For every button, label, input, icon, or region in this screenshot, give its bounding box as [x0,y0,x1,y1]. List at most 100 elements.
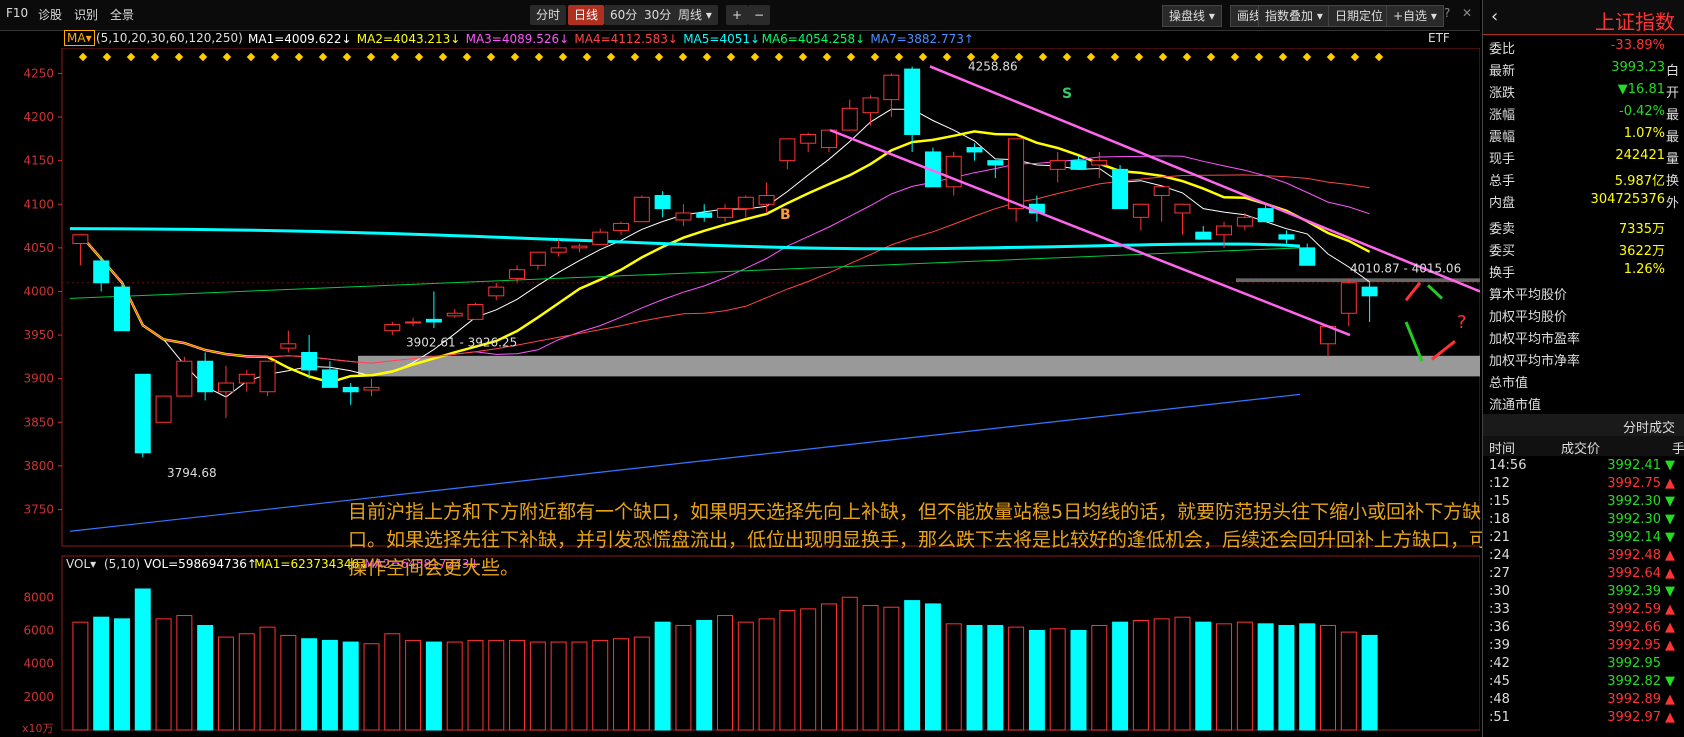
volume-bar [1153,618,1170,731]
quote-row-extra: 最 [1665,108,1679,123]
trade-time: :33 [1489,602,1510,617]
candle-body [280,343,297,349]
stat-link[interactable]: 加权平均市盈率 [1489,328,1679,348]
volume-bar [1112,621,1129,731]
quote-row-label: 委比 [1489,42,1516,57]
candle-body [613,222,630,231]
volume-bar [841,596,858,731]
trade-direction-icon: ▲ [1665,602,1675,617]
volume-bar [987,624,1004,731]
candle-body [1174,203,1191,214]
candle-body [197,360,214,393]
tab-weekly[interactable]: 周线 ▾ [672,5,718,25]
panorama-button[interactable]: 全景 [110,6,134,23]
help-icon[interactable]: ? [1444,6,1450,20]
volume-bar [93,616,110,731]
stat-link[interactable]: 流通市值 [1489,394,1679,414]
ma-value-6: MA6=4054.258↓ [761,32,866,46]
tab-daily[interactable]: 日线 [568,5,605,25]
quote-row-extra: 量 [1665,152,1679,167]
date-locate-button[interactable]: 日期定位 [1328,5,1391,27]
candle-body [592,231,609,245]
y-tick-label: 3800 [23,459,54,473]
zoom-in-button[interactable]: + [726,5,749,25]
add-watchlist-dropdown[interactable]: +自选 ▾ [1386,5,1444,27]
candle-body [966,147,983,153]
candle-body [758,195,775,205]
candle-body [384,324,401,332]
vol-tick-label: 4000 [23,657,54,671]
trade-price: 3992.95 [1607,638,1661,653]
back-arrow-icon[interactable]: ‹ [1491,6,1498,27]
etf-label[interactable]: ETF [1428,31,1450,45]
candle-body [217,382,234,393]
candle-body [509,269,526,279]
candle-body [1236,216,1253,227]
trades-title-bar: 分时成交 [1483,414,1684,436]
volume-bar [654,621,671,731]
ma-selector[interactable]: MA▾ [64,30,95,46]
f10-button[interactable]: F10 [6,6,28,20]
trade-price: 3992.59 [1607,602,1661,617]
volume-bar [904,600,921,731]
volume-bar [633,636,650,731]
candle-body [571,245,588,249]
candle-body [1299,247,1316,266]
candle-body [1340,282,1357,314]
volume-bar [571,641,588,731]
kline-chart[interactable]: 4250 4200 4150 4100 4050 4000 3950 3900 3850 3800… [0,48,1480,737]
trade-row: :27 3992.64 ▲ [1489,566,1684,584]
quote-row-value: -0.42% [1619,104,1665,119]
stat-link[interactable]: 总市值 [1489,372,1679,392]
candle-body [696,212,713,218]
stat-link[interactable]: 算术平均股价 [1489,284,1679,304]
quote-row-value: 1.07% [1623,126,1665,141]
trade-row: :36 3992.66 ▲ [1489,620,1684,638]
quote-row-label: 涨幅 [1489,108,1516,123]
identify-button[interactable]: 识别 [74,6,98,23]
gap-upper-label: 4010.87 - 4015.06 [1350,261,1461,275]
volume-bar [488,639,505,731]
volume-bar [529,641,546,731]
diagnose-button[interactable]: 诊股 [38,6,62,23]
volume-bar [924,603,941,731]
trade-time: :21 [1489,530,1510,545]
tab-timeshare[interactable]: 分时 [530,5,567,25]
trade-time: :30 [1489,584,1510,599]
zoom-out-button[interactable]: − [748,5,771,25]
stat-link[interactable]: 加权平均市净率 [1489,350,1679,370]
index-overlay-dropdown[interactable]: 指数叠加 ▾ [1258,5,1330,27]
candle-body [550,247,567,253]
trade-direction-icon: ▼ [1665,494,1675,509]
stat-link[interactable]: 加权平均股价 [1489,306,1679,326]
candle-body [841,107,858,131]
trade-row: 14:56 3992.41 ▼ [1489,458,1684,476]
trade-time: :39 [1489,638,1510,653]
volume-bar [1257,623,1274,731]
candle-body [363,386,380,391]
trading-line-dropdown[interactable]: 操盘线 ▾ [1162,5,1222,27]
candle-body [1070,160,1087,170]
trade-row: :45 3992.82 ▼ [1489,674,1684,692]
volume-bar [1278,624,1295,731]
quote-row: 现手 242421 量 [1489,148,1679,168]
trade-price: 3992.39 [1607,584,1661,599]
candle-body [675,212,692,221]
close-icon[interactable]: ✕ [1462,6,1472,20]
quote-row-extra: 换 [1665,174,1679,189]
quote-row-label: 换手 [1489,266,1516,281]
candle-body [529,251,546,266]
quote-row-value: 7335万 [1618,222,1665,237]
candle-body [717,208,733,218]
candle-body [467,304,484,320]
y-tick-label: 4150 [23,154,54,168]
quote-row-label: 震幅 [1489,130,1516,145]
volume-bar [675,624,692,731]
candle-body [1216,225,1233,236]
quote-row-value: 1.26% [1623,262,1665,277]
candle-body [1278,234,1295,240]
trade-row: :18 3992.30 ▼ [1489,512,1684,530]
candle-body [176,360,193,397]
y-tick-label: 4250 [23,66,54,80]
quote-row-label: 总手 [1489,174,1516,189]
